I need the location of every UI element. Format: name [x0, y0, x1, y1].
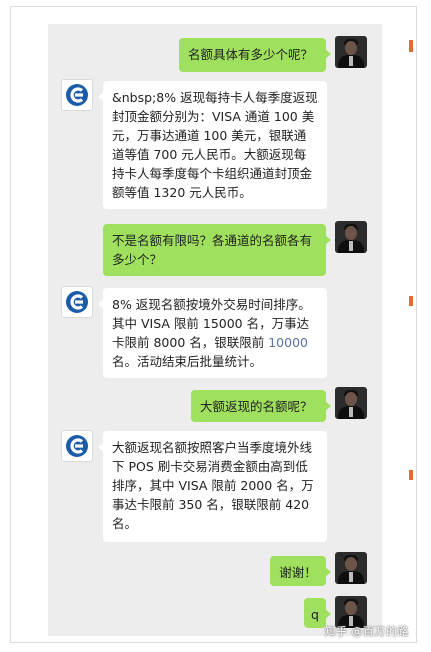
ccb-logo-icon: [66, 291, 88, 313]
message-text: q: [311, 607, 319, 622]
message-text: 大额返现名额按照客户当季度境外线下 POS 刷卡交易消费金额由高到低排序，其中 …: [112, 440, 314, 531]
message-bubble-outgoing[interactable]: 名额具体有多少个呢？: [179, 38, 331, 72]
user-avatar[interactable]: [335, 387, 367, 419]
edge-marker: [409, 296, 413, 306]
message-text: &nbsp;8% 返现每持卡人每季度返现封顶金额分别为：VISA 通道 100 …: [112, 90, 318, 200]
message-text: 大额返现的名额呢？: [200, 399, 313, 414]
watermark: 知乎 @百万的路: [324, 625, 409, 638]
ccb-logo-icon: [66, 435, 88, 457]
user-avatar[interactable]: [335, 221, 367, 253]
edge-marker: [409, 40, 413, 52]
message-text: 谢谢！: [279, 565, 317, 580]
edge-marker: [409, 470, 413, 480]
message-text: 名额具体有多少个呢？: [188, 47, 314, 62]
message-bubble-outgoing[interactable]: 谢谢！: [270, 556, 331, 586]
message-bubble-incoming[interactable]: 8% 返现名额按境外交易时间排序。其中 VISA 限前 15000 名，万事达卡…: [98, 288, 327, 378]
message-bubble-outgoing[interactable]: 不是名额有限吗？各通道的名额各有多少个？: [103, 224, 331, 276]
message-text-highlight: 10000: [268, 335, 308, 350]
bank-avatar[interactable]: [61, 430, 93, 462]
bank-avatar[interactable]: [61, 79, 93, 111]
message-bubble-incoming[interactable]: &nbsp;8% 返现每持卡人每季度返现封顶金额分别为：VISA 通道 100 …: [98, 81, 327, 209]
message-text: 不是名额有限吗？各通道的名额各有多少个？: [112, 233, 313, 267]
user-avatar[interactable]: [335, 552, 367, 584]
bank-avatar[interactable]: [61, 286, 93, 318]
message-bubble-outgoing[interactable]: 大额返现的名额呢？: [191, 390, 331, 422]
message-text: 名。活动结束后批量统计。: [112, 354, 263, 369]
message-bubble-incoming[interactable]: 大额返现名额按照客户当季度境外线下 POS 刷卡交易消费金额由高到低排序，其中 …: [98, 431, 327, 542]
ccb-logo-icon: [66, 84, 88, 106]
user-avatar[interactable]: [335, 36, 367, 68]
message-bubble-outgoing[interactable]: q: [304, 598, 331, 628]
